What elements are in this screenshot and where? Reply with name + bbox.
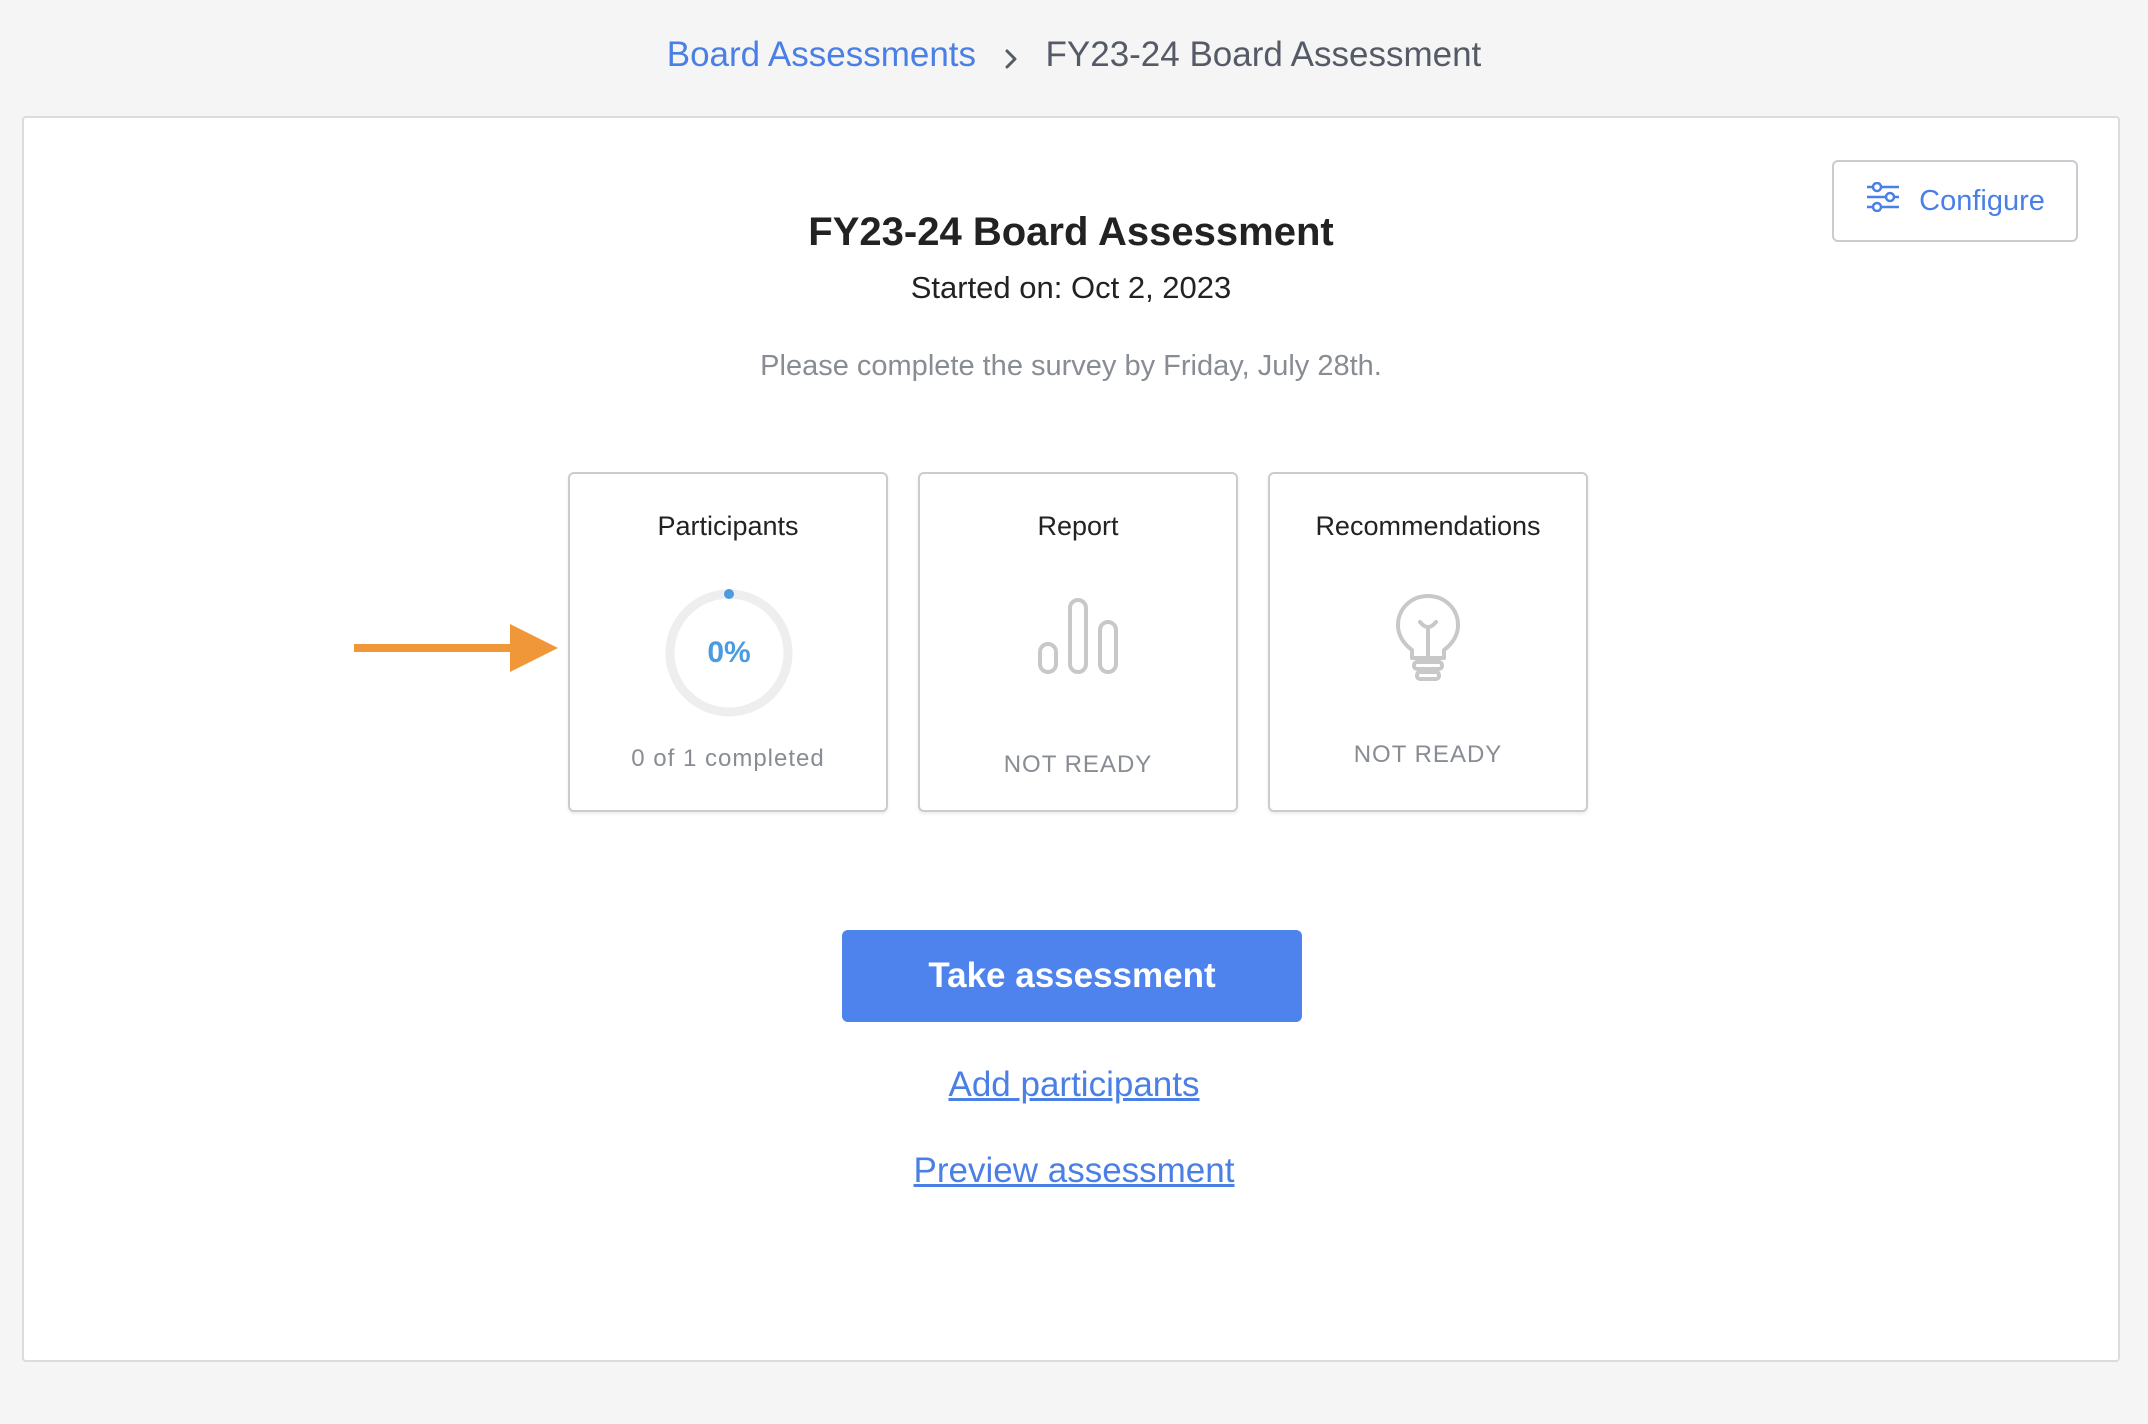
chevron-right-icon bbox=[986, 32, 1036, 82]
participants-tile[interactable]: Participants 0% 0 of 1 completed bbox=[568, 472, 888, 812]
recommendations-tile-title: Recommendations bbox=[1315, 511, 1541, 541]
started-date: Started on: Oct 2, 2023 bbox=[910, 270, 1232, 305]
recommendations-tile[interactable]: Recommendations NOT READY bbox=[1268, 472, 1588, 812]
preview-assessment-link[interactable]: Preview assessment bbox=[914, 1151, 1235, 1190]
add-participants-link-row: Add participants bbox=[0, 1060, 2148, 1110]
report-status: NOT READY bbox=[1003, 751, 1153, 778]
arrow-right-icon bbox=[354, 620, 560, 681]
participants-tile-title: Participants bbox=[657, 511, 799, 541]
participants-progress-ring: 0% bbox=[662, 586, 796, 720]
participants-percent: 0% bbox=[707, 636, 751, 669]
breadcrumb-link-board-assessments[interactable]: Board Assessments bbox=[667, 35, 976, 74]
participants-status: 0 of 1 completed bbox=[631, 745, 825, 772]
add-participants-link[interactable]: Add participants bbox=[949, 1065, 1200, 1104]
breadcrumb: Board Assessments FY23-24 Board Assessme… bbox=[0, 30, 2148, 82]
breadcrumb-current: FY23-24 Board Assessment bbox=[1045, 35, 1482, 74]
report-tile-title: Report bbox=[1037, 511, 1119, 541]
preview-assessment-link-row: Preview assessment bbox=[0, 1146, 2148, 1196]
instructions-text: Please complete the survey by Friday, Ju… bbox=[760, 350, 1382, 382]
lightbulb-icon bbox=[1393, 592, 1463, 687]
take-assessment-button[interactable]: Take assessment bbox=[842, 930, 1302, 1022]
page-title: FY23-24 Board Assessment bbox=[808, 210, 1334, 254]
recommendations-status: NOT READY bbox=[1353, 741, 1503, 768]
report-tile[interactable]: Report NOT READY bbox=[918, 472, 1238, 812]
bar-chart-icon bbox=[1036, 596, 1120, 681]
